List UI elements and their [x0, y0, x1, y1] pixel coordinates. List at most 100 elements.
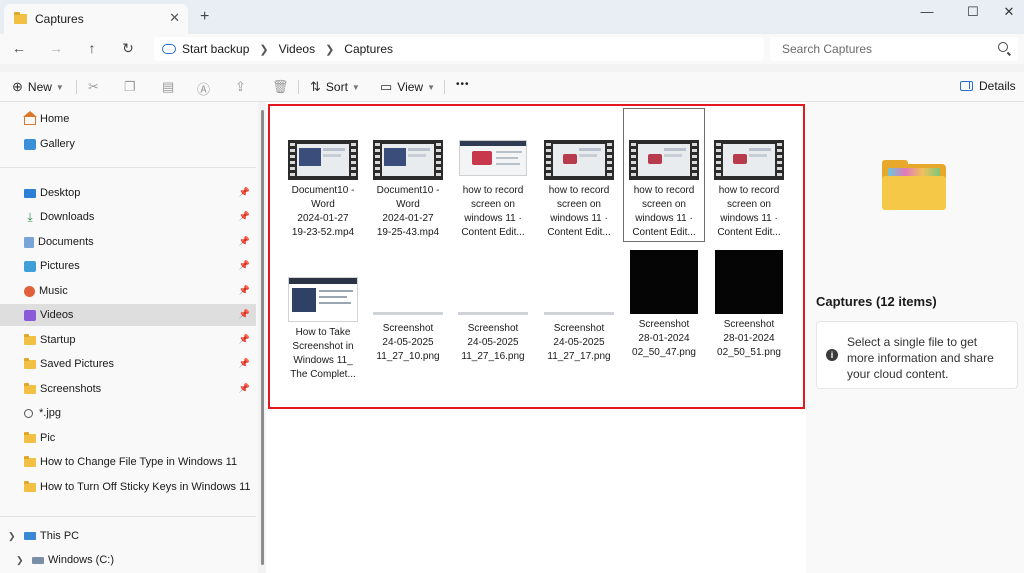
details-button[interactable]: Details: [960, 79, 1016, 93]
file-item[interactable]: Screenshot 24-05-2025 11_27_17.png: [538, 260, 620, 364]
file-name: Screenshot 28-01-2024 02_50_47.png: [632, 319, 696, 358]
sidebar-scrollbar[interactable]: [261, 110, 264, 565]
video-thumbnail: [629, 140, 699, 180]
search-icon: [998, 42, 1008, 52]
more-options-button[interactable]: •••: [456, 79, 470, 90]
sidebar-item-this-pc[interactable]: ❯ This PC: [0, 525, 256, 547]
maximize-button[interactable]: ☐: [958, 4, 988, 20]
sidebar-item-label: This PC: [40, 530, 80, 542]
folder-icon: [24, 382, 36, 394]
sidebar-item-windows-c[interactable]: ❯ Windows (C:): [0, 549, 256, 571]
pin-icon[interactable]: 📌: [239, 358, 250, 369]
close-tab-icon[interactable]: ✕: [169, 10, 180, 26]
plus-circle-icon: ⊕: [12, 79, 23, 94]
videos-icon: [24, 309, 36, 321]
view-icon: ▭: [380, 79, 393, 94]
sidebar-item-gallery[interactable]: Gallery: [0, 133, 256, 155]
sidebar-item-label: How to Change File Type in Windows 11: [40, 456, 238, 468]
share-icon[interactable]: ⇪: [235, 79, 246, 95]
file-item[interactable]: Screenshot 28-01-2024 02_50_47.png: [623, 250, 705, 360]
pin-icon[interactable]: 📌: [239, 236, 250, 247]
music-icon: [24, 285, 35, 297]
pin-icon[interactable]: 📌: [239, 309, 250, 320]
sort-label: Sort: [325, 80, 348, 94]
video-thumbnail: [714, 140, 784, 180]
file-name: Screenshot 28-01-2024 02_50_51.png: [717, 319, 781, 358]
pin-icon[interactable]: 📌: [239, 285, 250, 296]
computer-icon: [24, 532, 36, 540]
breadcrumb[interactable]: Start backup ❯ Videos ❯ Captures: [154, 37, 764, 61]
sidebar-item-videos[interactable]: Videos 📌: [0, 304, 256, 326]
chevron-right-icon[interactable]: ❯: [16, 555, 24, 566]
paste-icon[interactable]: ▤: [162, 79, 174, 95]
file-item[interactable]: Screenshot 24-05-2025 11_27_10.png: [367, 260, 449, 364]
sidebar-item-pictures[interactable]: Pictures 📌: [0, 255, 256, 277]
close-window-button[interactable]: ✕: [994, 4, 1024, 20]
sidebar-item-label: Music: [39, 285, 68, 297]
sidebar-item-music[interactable]: Music 📌: [0, 280, 256, 302]
screenshot-thumbnail: [288, 277, 358, 322]
file-item[interactable]: how to record screen on windows 11 · Conten…: [538, 140, 620, 240]
divider: [76, 80, 77, 94]
up-button[interactable]: ↑: [83, 40, 101, 56]
cut-icon[interactable]: ✂: [88, 79, 99, 95]
pin-icon[interactable]: 📌: [239, 383, 250, 394]
image-thumbnail: [544, 312, 614, 315]
new-tab-button[interactable]: +: [200, 8, 209, 26]
folder-icon: [24, 480, 36, 492]
pin-icon[interactable]: 📌: [239, 334, 250, 345]
sidebar-item-label: Gallery: [40, 138, 75, 150]
pin-icon[interactable]: 📌: [239, 187, 250, 198]
sidebar-item-documents[interactable]: Documents 📌: [0, 231, 256, 253]
delete-icon[interactable]: 🗑: [272, 79, 289, 95]
refresh-button[interactable]: ↻: [119, 40, 137, 57]
desktop-icon: [24, 188, 36, 198]
file-item[interactable]: Screenshot 28-01-2024 02_50_51.png: [708, 250, 790, 360]
chevron-down-icon: ▼: [351, 82, 360, 92]
copy-icon[interactable]: ❐: [124, 79, 136, 95]
sidebar-item-jpg-search[interactable]: *.jpg: [0, 402, 256, 424]
file-name: Document10 - Word 2024-01-27 19-25-43.mp4: [376, 185, 440, 238]
sidebar-item-pic[interactable]: Pic: [0, 427, 256, 449]
back-button[interactable]: ←: [10, 40, 28, 56]
file-item[interactable]: Screenshot 24-05-2025 11_27_16.png: [452, 260, 534, 364]
cloud-backup-icon: [162, 44, 176, 54]
file-item[interactable]: How to Take Screenshot in Windows 11_ The C…: [282, 277, 364, 382]
breadcrumb-videos[interactable]: Videos: [279, 42, 315, 56]
file-item[interactable]: how to record screen on windows 11 · Conten…: [452, 140, 534, 240]
chevron-down-icon[interactable]: ❯: [8, 531, 16, 542]
file-item[interactable]: how to record screen on windows 11 · Conten…: [708, 140, 790, 240]
sidebar-item-sticky-keys[interactable]: How to Turn Off Sticky Keys in Windows 1…: [0, 476, 256, 498]
details-pane-icon: [960, 81, 973, 91]
minimize-button[interactable]: —: [912, 4, 942, 19]
pin-icon[interactable]: 📌: [239, 211, 250, 222]
search-icon: [24, 408, 33, 418]
search-input[interactable]: Search Captures: [770, 37, 1018, 61]
sidebar-item-downloads[interactable]: ⤓ Downloads 📌: [0, 206, 256, 228]
file-item-focused[interactable]: how to record screen on windows 11 · Conten…: [623, 108, 705, 242]
breadcrumb-captures[interactable]: Captures: [344, 42, 393, 56]
forward-button[interactable]: →: [47, 40, 65, 56]
sort-button[interactable]: ⇅ Sort ▼: [310, 79, 360, 95]
sidebar-item-desktop[interactable]: Desktop 📌: [0, 182, 256, 204]
sidebar-item-saved-pictures[interactable]: Saved Pictures 📌: [0, 353, 256, 375]
pin-icon[interactable]: 📌: [239, 260, 250, 271]
divider: [0, 167, 256, 168]
breadcrumb-start-backup[interactable]: Start backup: [182, 42, 249, 56]
divider: [0, 516, 256, 517]
video-thumbnail: [288, 140, 358, 180]
rename-icon[interactable]: Ⓐ: [197, 79, 210, 98]
new-label: New: [27, 80, 52, 94]
new-button[interactable]: ⊕ New ▼: [12, 79, 64, 95]
sidebar-item-home[interactable]: Home: [0, 108, 256, 130]
chevron-right-icon: ❯: [325, 43, 335, 56]
sidebar-item-screenshots[interactable]: Screenshots 📌: [0, 378, 256, 400]
sidebar-item-change-file-type[interactable]: How to Change File Type in Windows 11: [0, 451, 256, 473]
tab-captures[interactable]: Captures ✕: [4, 4, 188, 34]
view-button[interactable]: ▭ View ▼: [380, 79, 435, 95]
sidebar-item-label: Videos: [40, 309, 74, 321]
file-name: Screenshot 24-05-2025 11_27_16.png: [461, 323, 525, 362]
file-item[interactable]: Document10 - Word 2024-01-27 19-23-52.mp4: [282, 140, 364, 240]
file-item[interactable]: Document10 - Word 2024-01-27 19-25-43.mp4: [367, 140, 449, 240]
sidebar-item-startup[interactable]: Startup 📌: [0, 329, 256, 351]
